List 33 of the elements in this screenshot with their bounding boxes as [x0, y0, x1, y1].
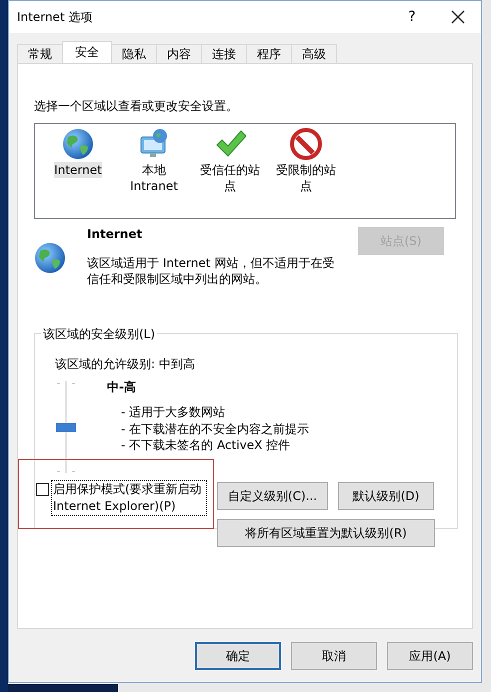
dialog-button[interactable]: 取消: [291, 642, 377, 670]
level-name: 中-高: [107, 379, 137, 396]
zone-item[interactable]: Internet: [54, 162, 102, 178]
zone-prompt: 选择一个区域以查看或更改安全设置。: [34, 98, 239, 115]
level-description: - 在下载潜在的不安全内容之前提示: [121, 420, 310, 437]
group-legend: 该区域的安全级别(L): [41, 326, 158, 343]
level-description: - 不下载未签名的 ActiveX 控件: [121, 437, 292, 454]
globe-icon: [62, 128, 94, 160]
dialog-button[interactable]: 确定: [195, 642, 281, 670]
tab[interactable]: 连接: [201, 44, 247, 63]
tab[interactable]: 隐私: [111, 44, 157, 63]
zone-title: Internet: [87, 227, 144, 241]
zone-item[interactable]: 受信任的站点: [197, 162, 263, 194]
globe-icon: [34, 242, 66, 274]
default-level-button[interactable]: 默认级别(D): [338, 482, 434, 510]
checkbox[interactable]: [36, 483, 49, 496]
zone-description: 该区域适用于 Internet 网站，但不适用于在受信任和受限制区域中列出的网站。: [87, 255, 336, 287]
tab[interactable]: 高级: [291, 44, 337, 63]
help-button[interactable]: ?: [389, 9, 435, 25]
window-title: Internet 选项: [17, 8, 94, 26]
tab[interactable]: 常规: [17, 44, 63, 63]
zone-item[interactable]: 受限制的站点: [273, 162, 339, 194]
tab[interactable]: 安全: [62, 41, 112, 63]
monitor-icon: [138, 128, 170, 160]
dialog-button[interactable]: 应用(A): [387, 642, 473, 670]
close-icon[interactable]: [451, 10, 465, 24]
no-entry-icon: [290, 128, 322, 160]
checkbox-label[interactable]: 启用保护模式(要求重新启动 Internet Explorer)(P): [51, 480, 207, 516]
zone-item[interactable]: 本地 Intranet: [121, 162, 187, 194]
custom-level-button[interactable]: 自定义级别(C)...: [217, 482, 328, 510]
reset-all-zones-button[interactable]: 将所有区域重置为默认级别(R): [217, 519, 435, 547]
allowed-level-label: 该区域的允许级别: 中到高: [55, 356, 196, 373]
level-description: - 适用于大多数网站: [121, 404, 226, 420]
